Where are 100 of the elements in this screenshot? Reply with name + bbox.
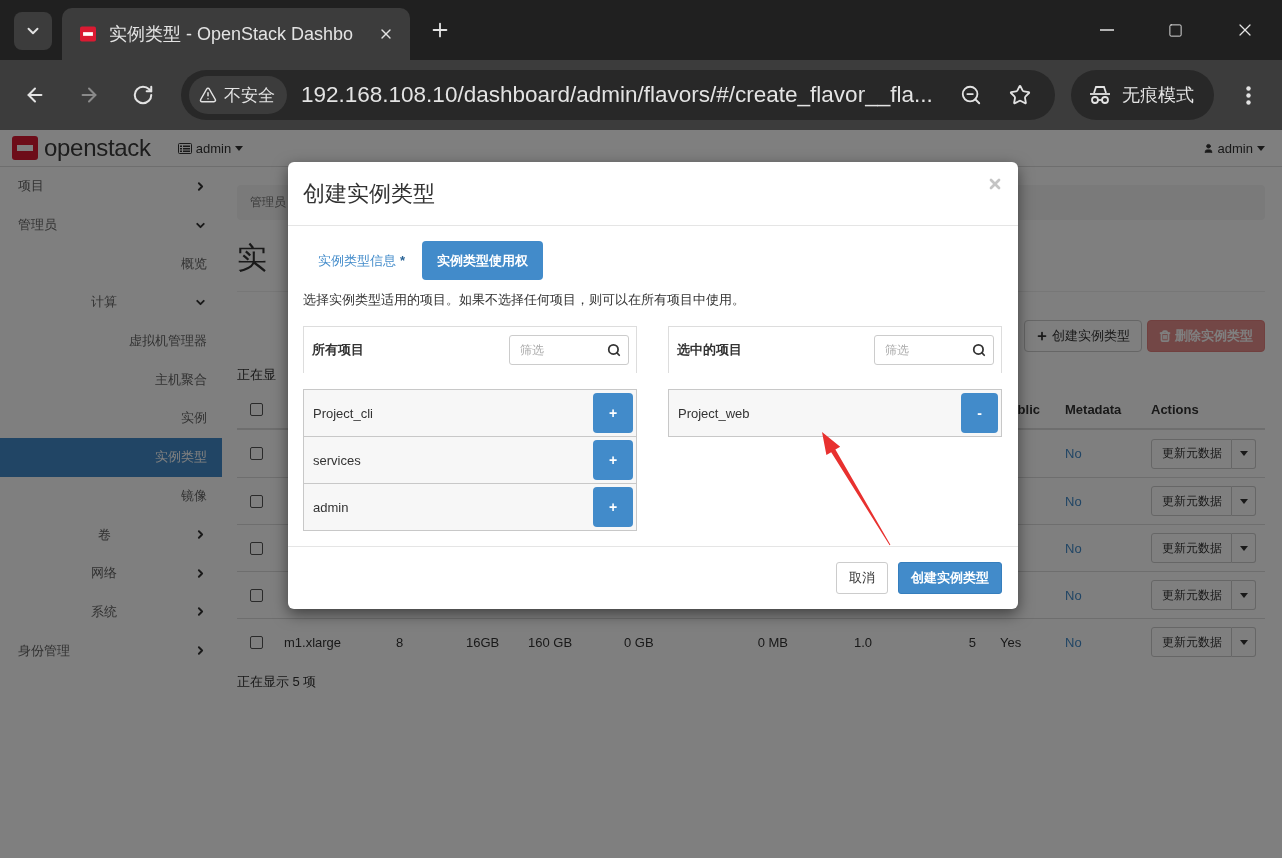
- logo-icon: [12, 136, 38, 160]
- hat-glasses-icon: [1089, 85, 1111, 105]
- incognito-label: 无痕模式: [1122, 84, 1194, 107]
- sidebar-item[interactable]: 主机聚合: [0, 360, 222, 400]
- sidebar-group[interactable]: 卷: [0, 515, 222, 554]
- sidebar-item[interactable]: 实例: [0, 399, 222, 438]
- update-metadata-button[interactable]: 更新元数据: [1151, 627, 1232, 657]
- sidebar-group[interactable]: 项目: [0, 167, 222, 206]
- row-checkbox[interactable]: [250, 494, 263, 508]
- metadata-link[interactable]: No: [1065, 493, 1082, 509]
- reload-icon: [132, 84, 154, 106]
- update-metadata-button[interactable]: 更新元数据: [1151, 486, 1232, 516]
- caret-icon: [1239, 545, 1248, 551]
- favicon-icon: [80, 26, 96, 42]
- row-checkbox[interactable]: [250, 635, 263, 649]
- minimize-icon: [1099, 29, 1114, 31]
- row-checkbox[interactable]: [250, 447, 263, 460]
- sidebar-group[interactable]: 网络: [0, 553, 222, 593]
- project-menu[interactable]: admin: [177, 140, 244, 156]
- update-metadata-button[interactable]: 更新元数据: [1151, 533, 1232, 563]
- project-name: Project_cli: [313, 405, 373, 421]
- caret-icon: [1239, 498, 1248, 504]
- row-checkbox[interactable]: [250, 541, 263, 555]
- cancel-button[interactable]: 取消: [836, 562, 888, 594]
- security-chip[interactable]: 不安全: [189, 76, 287, 114]
- metadata-link[interactable]: No: [1065, 587, 1082, 603]
- create-button[interactable]: 创建实例类型: [898, 562, 1002, 594]
- row-checkbox[interactable]: [250, 588, 263, 602]
- url-text: 192.168.108.10/dashboard/admin/flavors/#/create_flavor__fla...: [301, 82, 934, 108]
- project-name: services: [313, 452, 361, 468]
- dropdown-button[interactable]: [1232, 580, 1256, 610]
- page-heading: 实: [237, 241, 267, 274]
- add-button[interactable]: +: [593, 487, 633, 527]
- sidebar-item[interactable]: 实例类型: [0, 437, 222, 477]
- update-metadata-button[interactable]: 更新元数据: [1151, 580, 1232, 610]
- caret-icon: [235, 145, 244, 151]
- update-metadata-button[interactable]: 更新元数据: [1151, 438, 1232, 469]
- incognito-button[interactable]: 无痕模式: [1071, 70, 1214, 120]
- caret-icon: [1239, 639, 1248, 645]
- dropdown-button[interactable]: [1232, 627, 1256, 657]
- browser-tab[interactable]: 实例类型 - OpenStack Dashbo: [62, 8, 410, 60]
- tab[interactable]: 实例类型使用权: [422, 241, 544, 280]
- sidebar-group[interactable]: 管理员: [0, 205, 222, 245]
- star-icon: [1009, 84, 1031, 106]
- add-button[interactable]: +: [593, 440, 633, 480]
- sidebar-item[interactable]: 概览: [0, 244, 222, 284]
- item-count: 正在显示 5 项: [237, 673, 317, 691]
- tab-title: 实例类型 - OpenStack Dashbo: [109, 23, 355, 46]
- remove-button[interactable]: -: [961, 393, 998, 433]
- column-header: blic: [1017, 401, 1040, 417]
- table-cell: 160 GB: [528, 634, 573, 650]
- sidebar-group[interactable]: 计算: [0, 283, 222, 322]
- metadata-link[interactable]: No: [1065, 540, 1082, 556]
- project-name: Project_web: [678, 405, 750, 421]
- kebab-menu-icon: [1245, 85, 1251, 105]
- filter-field[interactable]: 筛选: [509, 335, 629, 365]
- description-text: 选择实例类型适用的项目。如果不选择任何项目，则可以在所有项目中使用。: [303, 291, 746, 309]
- metadata-link[interactable]: No: [1065, 446, 1082, 461]
- column-header: Metadata: [1065, 401, 1122, 417]
- table-cell: m1.xlarge: [284, 634, 342, 650]
- sidebar-group[interactable]: 系统: [0, 592, 222, 632]
- user-menu[interactable]: admin: [1202, 140, 1265, 156]
- table-cell: 0 MB: [757, 634, 788, 650]
- plus-icon: [1036, 330, 1048, 342]
- select-all-checkbox[interactable]: [250, 402, 263, 416]
- filter-field[interactable]: 筛选: [874, 335, 994, 365]
- brand-name: openstack: [44, 134, 151, 162]
- add-button[interactable]: +: [593, 393, 633, 433]
- sidebar-item[interactable]: 虚拟机管理器: [0, 321, 222, 361]
- caret-icon: [1257, 145, 1265, 151]
- warning-icon: [199, 86, 217, 104]
- panel-title: 所有项目: [312, 341, 364, 359]
- table-cell: 16GB: [466, 634, 500, 650]
- tab-search-button[interactable]: [14, 12, 52, 50]
- address-bar[interactable]: 不安全 192.168.108.10/dashboard/admin/flavors/#/create_flavor__fla...: [181, 70, 1055, 120]
- table-cell: Yes: [1000, 634, 1022, 650]
- list-icon: [177, 142, 192, 154]
- modal-title: 创建实例类型: [303, 179, 435, 208]
- search-icon: [607, 343, 621, 357]
- panel-title: 选中的项目: [677, 341, 742, 359]
- dropdown-button[interactable]: [1232, 486, 1256, 516]
- caret-icon: [1239, 592, 1248, 598]
- item-count: 正在显: [237, 366, 276, 384]
- maximize-icon: [1168, 22, 1183, 38]
- metadata-link[interactable]: No: [1065, 634, 1082, 650]
- security-label: 不安全: [224, 84, 275, 107]
- caret-icon: [1239, 451, 1248, 456]
- sidebar-group[interactable]: 身份管理: [0, 631, 222, 670]
- user-icon: [1202, 142, 1214, 154]
- search-icon: [972, 343, 986, 357]
- table-cell: 8: [396, 634, 404, 650]
- table-cell: 0 GB: [624, 634, 654, 650]
- zoom-out-icon: [960, 84, 982, 106]
- dropdown-button[interactable]: [1232, 438, 1256, 469]
- table-cell: 5: [968, 634, 976, 650]
- create-flavor-button[interactable]: 创建实例类型: [1024, 320, 1142, 352]
- close-icon: [987, 176, 1003, 192]
- column-header: Actions: [1151, 401, 1199, 417]
- project-name: admin: [313, 499, 349, 515]
- dropdown-button[interactable]: [1232, 533, 1256, 563]
